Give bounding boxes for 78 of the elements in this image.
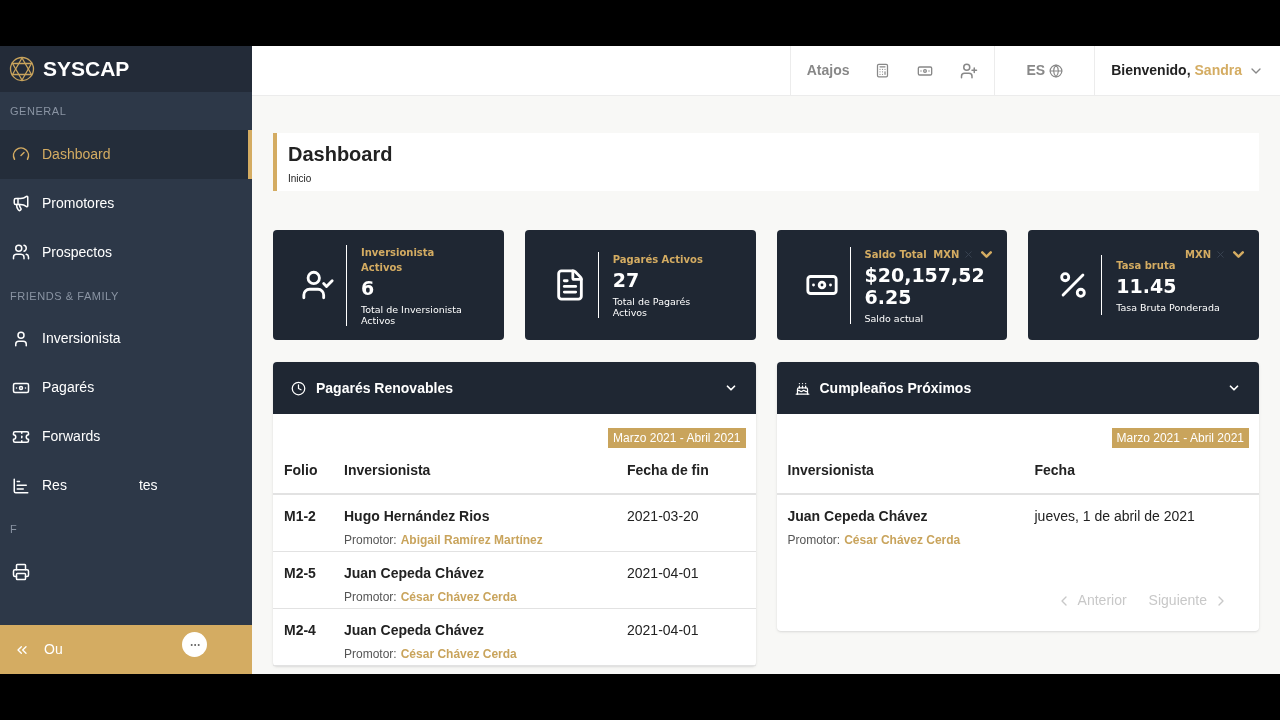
- user-menu[interactable]: Bienvenido, Sandra: [1094, 46, 1280, 95]
- investor-name: Juan Cepeda Chávez: [787, 507, 929, 526]
- table-cell-text: 2021-04-01: [627, 621, 699, 640]
- stat-title: Saldo Total: [864, 247, 927, 262]
- nav-label: Promotores: [42, 193, 115, 213]
- stat-value: $20,157,526.25: [864, 263, 986, 308]
- stat-value: 6: [361, 276, 376, 299]
- stat-caption: Total de Inversionista Activos: [361, 303, 463, 326]
- column-header: Inversionista: [786, 461, 875, 480]
- panel-title: Cumpleaños Próximos: [819, 378, 972, 398]
- user-name: Sandra: [1194, 61, 1242, 80]
- nav-item[interactable]: Res tes: [0, 461, 252, 510]
- nav-label: Pagarés: [42, 378, 95, 397]
- shortcuts-label: Atajos: [806, 61, 850, 80]
- nav-item[interactable]: Forwards: [0, 412, 252, 461]
- breadcrumb: Inicio: [288, 171, 313, 186]
- column-header: Folio: [283, 461, 319, 480]
- nav-label: Dashboard: [42, 144, 111, 164]
- calculator-icon[interactable]: [875, 63, 891, 78]
- nav-item[interactable]: Prospectos: [0, 227, 252, 277]
- period-badge: Marzo 2021 - Abril 2021: [608, 428, 746, 448]
- table-cell-text: 2021-03-20: [627, 507, 699, 526]
- column-header: Fecha de fin: [627, 461, 709, 480]
- promoter-label: Promotor:: [344, 589, 397, 606]
- investor-name: Juan Cepeda Chávez: [344, 621, 486, 640]
- nav-label: tes: [138, 476, 158, 495]
- stat-title: Inversionista Activos: [361, 245, 436, 275]
- globe-icon: [1049, 63, 1064, 78]
- stat-title: Pagarés Activos: [612, 253, 703, 267]
- stat-value: 27: [612, 269, 641, 291]
- table-cell-text: jueves, 1 de abril de 2021: [1034, 507, 1195, 526]
- add-user-icon[interactable]: [960, 61, 979, 80]
- bar-chart-icon: [12, 476, 30, 495]
- column-header: Fecha: [1034, 461, 1075, 480]
- nav-label: Prospectos: [42, 242, 113, 262]
- user-icon: [12, 329, 30, 348]
- logo-icon: [9, 56, 35, 82]
- gauge-icon: [12, 145, 30, 163]
- stat-caption: Saldo actual: [864, 312, 925, 324]
- stat-title: Tasa bruta: [1116, 258, 1176, 273]
- brand-name: SYSCAP: [43, 56, 130, 83]
- table-cell-text: M1-2: [283, 507, 317, 526]
- column-header: Inversionista: [344, 461, 432, 480]
- greeting-text: Bienvenido,: [1111, 61, 1191, 80]
- user-check-icon: [301, 268, 335, 302]
- nav-item[interactable]: Inversionista: [0, 314, 252, 363]
- section-heading: F: [9, 522, 19, 537]
- section-heading: FRIENDS & FAMILY: [9, 288, 120, 304]
- table-cell-text: M2-4: [283, 621, 317, 640]
- currency-label: MXN: [933, 248, 960, 262]
- language-selector[interactable]: ES: [994, 46, 1095, 95]
- stat-caption: Total de Pagarés Activos: [612, 296, 692, 318]
- nav-item[interactable]: Dashboard: [0, 129, 252, 179]
- nav-item[interactable]: Pagarés: [0, 363, 252, 412]
- users-icon: [12, 243, 30, 261]
- table-cell-text: 2021-04-01: [627, 564, 699, 583]
- panel-title: Pagarés Renovables: [316, 378, 453, 398]
- table-cell-text: M2-5: [283, 564, 317, 583]
- stat-value: 11.45: [1116, 274, 1178, 297]
- page-title: Dashboard: [288, 141, 394, 167]
- nav-label: Res: [42, 476, 67, 495]
- megaphone-icon: [12, 194, 30, 212]
- nav-item[interactable]: Promotores: [0, 178, 252, 228]
- section-heading: GENERAL: [9, 104, 68, 119]
- currency-label: MXN: [1184, 248, 1211, 262]
- promoter-label: Promotor:: [344, 532, 397, 549]
- collapse-label: Ou: [44, 640, 63, 659]
- period-badge: Marzo 2021 - Abril 2021: [1111, 428, 1249, 448]
- clock-icon: [291, 380, 306, 396]
- promoter-label: Promotor:: [787, 532, 841, 549]
- investor-name: Juan Cepeda Chávez: [344, 564, 486, 583]
- nav-label: Forwards: [42, 427, 101, 446]
- cake-icon: [794, 380, 810, 396]
- nav-label: Inversionista: [42, 329, 121, 348]
- stat-caption: Tasa Bruta Ponderada: [1116, 301, 1220, 313]
- printer-icon: [12, 563, 30, 581]
- investor-name: Hugo Hernández Rios: [344, 507, 491, 526]
- promoter-label: Promotor:: [344, 646, 397, 663]
